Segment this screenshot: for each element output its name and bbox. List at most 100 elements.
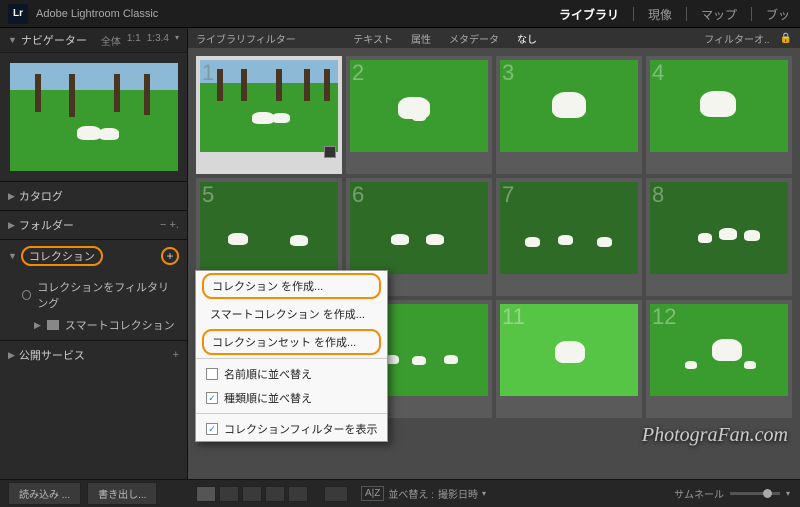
panel-collections[interactable]: ▼ コレクション + — [0, 240, 187, 272]
module-library[interactable]: ライブラリ — [559, 6, 619, 23]
module-map[interactable]: マップ — [701, 6, 737, 23]
chevron-down-icon: ▼ — [8, 251, 17, 261]
cell-index: 5 — [202, 182, 214, 208]
menu-create-smart-collection[interactable]: スマートコレクション を作成... — [196, 301, 387, 327]
panel-publish[interactable]: ▶公開サービス+ — [0, 341, 187, 369]
menu-show-collection-filter[interactable]: ✓ コレクションフィルターを表示 — [196, 417, 387, 441]
bottom-toolbar: 読み込み ... 書き出し... A|Z 並べ替え : 撮影日時 ▾ サムネール… — [0, 479, 800, 507]
module-picker: ライブラリ 現像 マップ ブッ — [549, 0, 800, 28]
smart-collection-item[interactable]: ▶ スマートコレクション — [0, 314, 187, 336]
sort-field-dropdown[interactable]: 撮影日時 — [438, 486, 478, 501]
thumbnail-size-slider[interactable] — [730, 492, 780, 495]
module-develop[interactable]: 現像 — [648, 6, 672, 23]
filter-preset-dropdown[interactable]: フィルターオ.. — [704, 31, 769, 46]
filter-none[interactable]: なし — [513, 31, 541, 46]
sort-name-label: 名前順に並べ替え — [224, 366, 312, 382]
menu-sort-by-name[interactable]: 名前順に並べ替え — [196, 362, 387, 386]
app-title: Adobe Lightroom Classic — [36, 8, 158, 20]
collections-label: コレクション — [21, 246, 103, 266]
menu-create-collection-set[interactable]: コレクションセット を作成... — [202, 329, 381, 355]
grid-cell[interactable]: 4 — [646, 56, 792, 174]
collection-filter-label: コレクションをフィルタリング — [37, 279, 177, 311]
chevron-right-icon: ▶ — [8, 220, 15, 231]
export-button[interactable]: 書き出し... — [87, 482, 157, 505]
compare-view-icon[interactable] — [242, 486, 262, 502]
grid-cell[interactable]: 1 — [196, 56, 342, 174]
left-panel: ▼ナビゲーター 全体 1:1 1:3.4 ▾ ▶カタログ ▶フォルダー− +. — [0, 28, 188, 479]
navigator-preview[interactable] — [0, 53, 187, 181]
nav-1-1[interactable]: 1:1 — [127, 33, 141, 48]
thumbnail-image — [350, 60, 488, 152]
plus-icon: + — [166, 249, 173, 263]
grid-cell[interactable]: 11 — [496, 300, 642, 418]
navigator-label: ナビゲーター — [21, 32, 87, 48]
module-book[interactable]: ブッ — [766, 6, 790, 23]
library-filter-bar: ライブラリフィルター テキスト 属性 メタデータ なし フィルターオ.. 🔒 — [188, 28, 800, 48]
cell-index: 3 — [502, 60, 514, 86]
collections-context-menu: コレクション を作成... スマートコレクション を作成... コレクションセッ… — [195, 270, 388, 442]
chevron-right-icon: ▶ — [8, 191, 15, 202]
people-view-icon[interactable] — [288, 486, 308, 502]
thumbnail-image — [650, 182, 788, 274]
smart-collection-label: スマートコレクション — [65, 317, 175, 333]
chevron-right-icon: ▶ — [34, 320, 41, 331]
menu-sort-by-kind[interactable]: ✓ 種類順に並べ替え — [196, 386, 387, 410]
folders-label: フォルダー — [19, 217, 74, 233]
thumbnail-image — [500, 60, 638, 152]
filter-text[interactable]: テキスト — [349, 31, 397, 46]
thumbnail-image — [200, 182, 338, 274]
filter-label: ライブラリフィルター — [196, 31, 339, 46]
cell-index: 4 — [652, 60, 664, 86]
circle-icon — [22, 290, 31, 300]
thumbnail-image — [500, 182, 638, 274]
nav-fit[interactable]: 全体 — [101, 33, 121, 48]
flag-icon[interactable] — [324, 146, 336, 158]
import-button[interactable]: 読み込み ... — [8, 482, 81, 505]
painter-icon[interactable] — [324, 486, 348, 502]
thumbnail-size-label: サムネール — [674, 486, 724, 501]
navigator-header[interactable]: ▼ ナビゲーター 全体 1:1 1:3.4 ▾ — [0, 28, 187, 53]
collection-filter-input[interactable]: コレクションをフィルタリング — [0, 276, 187, 314]
sort-az-icon[interactable]: A|Z — [361, 486, 384, 501]
filter-attr[interactable]: 属性 — [407, 31, 435, 46]
cell-index: 2 — [352, 60, 364, 86]
cell-index: 1 — [202, 60, 214, 86]
loupe-view-icon[interactable] — [219, 486, 239, 502]
cell-index: 12 — [652, 304, 676, 330]
add-collection-button[interactable]: + — [161, 247, 179, 265]
lock-icon[interactable]: 🔒 — [780, 33, 792, 44]
nav-ratio[interactable]: 1:3.4 — [147, 33, 169, 48]
titlebar: Lr Adobe Lightroom Classic ライブラリ 現像 マップ … — [0, 0, 800, 28]
catalog-label: カタログ — [19, 188, 63, 204]
sort-kind-label: 種類順に並べ替え — [224, 390, 312, 406]
publish-label: 公開サービス — [19, 347, 85, 363]
panel-catalog[interactable]: ▶ カタログ — [0, 182, 187, 210]
checkbox-icon — [206, 368, 218, 380]
chevron-down-icon[interactable]: ▾ — [175, 33, 179, 48]
grid-cell[interactable]: 2 — [346, 56, 492, 174]
chevron-down-icon[interactable]: ▾ — [786, 489, 790, 498]
checkbox-icon: ✓ — [206, 392, 218, 404]
thumbnail-image — [200, 60, 338, 152]
grid-cell[interactable]: 12 — [646, 300, 792, 418]
cell-index: 7 — [502, 182, 514, 208]
grid-cell[interactable]: 3 — [496, 56, 642, 174]
grid-cell[interactable]: 8 — [646, 178, 792, 296]
thumbnail-image — [350, 182, 488, 274]
cell-index: 8 — [652, 182, 664, 208]
filter-meta[interactable]: メタデータ — [445, 31, 503, 46]
checkbox-icon: ✓ — [206, 423, 218, 435]
thumbnail-image — [650, 60, 788, 152]
menu-create-collection[interactable]: コレクション を作成... — [202, 273, 381, 299]
grid-view-icon[interactable] — [196, 486, 216, 502]
chevron-down-icon: ▼ — [8, 35, 17, 45]
panel-folders[interactable]: ▶フォルダー− +. — [0, 211, 187, 239]
chevron-right-icon: ▶ — [8, 350, 15, 361]
cell-index: 6 — [352, 182, 364, 208]
app-logo: Lr — [8, 4, 28, 24]
survey-view-icon[interactable] — [265, 486, 285, 502]
stack-icon — [47, 320, 59, 330]
show-filter-label: コレクションフィルターを表示 — [224, 421, 377, 437]
grid-cell[interactable]: 7 — [496, 178, 642, 296]
chevron-down-icon: ▾ — [482, 489, 486, 498]
